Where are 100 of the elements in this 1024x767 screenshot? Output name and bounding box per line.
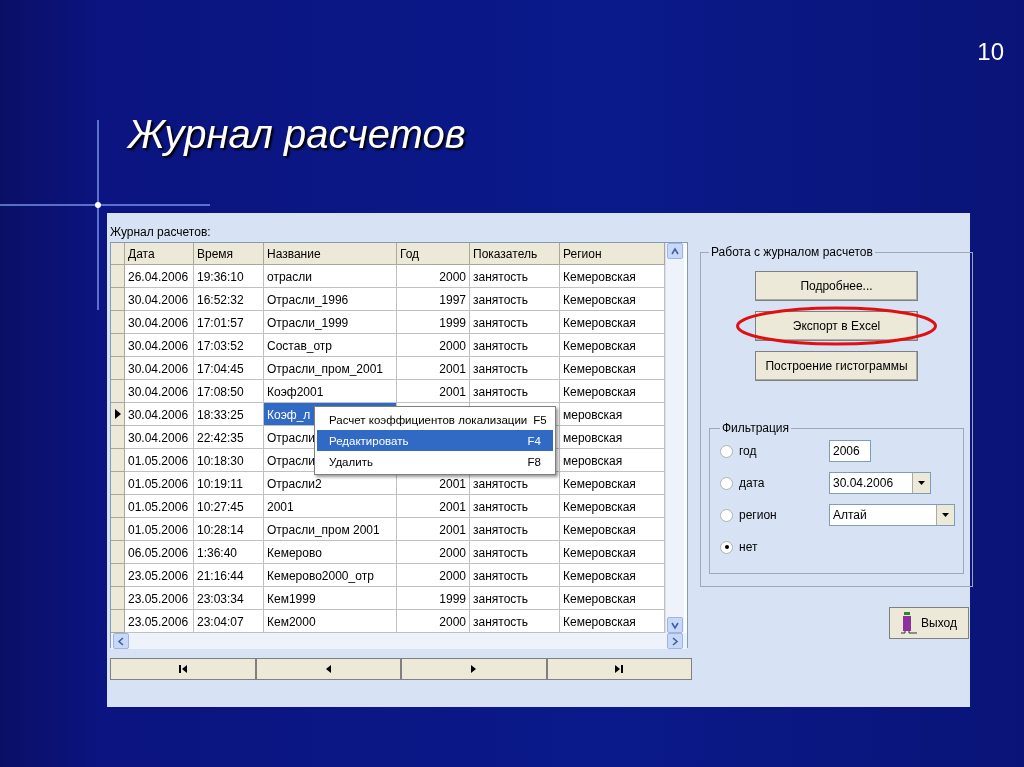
current-row-icon [114,409,121,419]
vertical-scrollbar[interactable] [665,243,684,633]
navigator-button[interactable] [255,658,401,680]
table-cell: занятость [470,288,560,311]
table-cell: 30.04.2006 [125,334,194,357]
dropdown[interactable]: Алтай [829,504,955,526]
row-indicator-header [111,243,125,265]
dropdown[interactable]: 30.04.2006 [829,472,931,494]
table-cell: 23.05.2006 [125,564,194,587]
shortcut-key: F8 [527,455,541,468]
table-cell: Кемерово2000_отр [264,564,397,587]
action-button[interactable]: Экспорт в Excel [755,311,918,341]
table-cell: занятость [470,357,560,380]
table-cell: Отрасли_пром_2001 [264,357,397,380]
shortcut-key: F5 [533,413,547,426]
group-title: Работа с журналом расчетов [710,245,874,259]
navigator-button[interactable] [401,658,547,680]
table-cell: 2000 [397,265,470,288]
action-button[interactable]: Подробнее... [755,271,918,301]
table-cell: занятость [470,311,560,334]
table-cell: занятость [470,587,560,610]
journal-label: Журнал расчетов: [110,225,211,239]
shortcut-key: F4 [527,434,541,447]
table-cell: 1997 [397,288,470,311]
column-header[interactable]: Дата [125,243,194,265]
table-cell: 01.05.2006 [125,449,194,472]
table-cell: 06.05.2006 [125,541,194,564]
last-record-icon [614,664,625,674]
column-header[interactable]: Показатель [470,243,560,265]
table-cell: 2001 [397,495,470,518]
table-cell: 30.04.2006 [125,357,194,380]
scroll-up-button[interactable] [667,243,683,259]
table-cell: 26.04.2006 [125,265,194,288]
radio-button[interactable] [720,508,733,522]
previous-record-icon [324,664,332,674]
table-cell: занятость [470,495,560,518]
radio-label: дата [739,476,766,490]
table-cell: Отрасли_1999 [264,311,397,334]
column-header[interactable]: Год [397,243,470,265]
radio-button[interactable] [720,540,733,554]
navigator-button[interactable] [546,658,692,680]
table-cell: 01.05.2006 [125,495,194,518]
menu-item[interactable]: Редактировать F4 [317,430,553,451]
column-header[interactable]: Регион [560,243,665,265]
slide-number: 10 [977,38,1004,66]
radio-button[interactable] [720,476,733,490]
horizontal-scrollbar[interactable] [111,633,687,649]
left-chevron-icon [117,636,125,646]
table-cell: 30.04.2006 [125,311,194,334]
right-chevron-icon [671,636,679,646]
next-record-icon [470,664,478,674]
slide-title: Журнал расчетов [128,112,466,157]
table-cell: занятость [470,334,560,357]
table-cell: 2001 [264,495,397,518]
table-cell: 23.05.2006 [125,587,194,610]
table-cell: 2000 [397,334,470,357]
table-cell: Кемерово [264,541,397,564]
table-cell: занятость [470,380,560,403]
table-cell: Отрасли_1996 [264,288,397,311]
table-cell: 2000 [397,564,470,587]
table-cell: Коэф2001 [264,380,397,403]
radio-label: нет [739,540,759,554]
exit-button[interactable]: Выход [889,607,969,639]
year-field[interactable]: 2006 [829,440,871,462]
menu-item-label: Удалить [329,455,373,468]
table-cell: 2001 [397,380,470,403]
table-cell: 01.05.2006 [125,472,194,495]
column-header[interactable]: Время [194,243,264,265]
table-cell: Состав_отр [264,334,397,357]
radio-label: год [739,444,758,458]
table-cell: 30.04.2006 [125,288,194,311]
dropdown-arrow-icon [942,513,949,517]
table-cell: 01.05.2006 [125,518,194,541]
table-cell: отрасли [264,265,397,288]
row-indicator[interactable] [111,403,125,426]
table-cell: 30.04.2006 [125,380,194,403]
table-cell: 1999 [397,311,470,334]
scroll-right-button[interactable] [667,633,683,649]
table-cell: 1999 [397,587,470,610]
action-button[interactable]: Построение гистограммы [755,351,918,381]
table-cell: занятость [470,265,560,288]
table-cell: занятость [470,564,560,587]
table-cell: занятость [470,518,560,541]
table-cell: Кем1999 [264,587,397,610]
dropdown-arrow-icon [918,481,925,485]
table-cell: 30.04.2006 [125,426,194,449]
first-record-icon [177,664,188,674]
door-icon [901,612,918,634]
table-cell: занятость [470,541,560,564]
column-header[interactable]: Название [264,243,397,265]
radio-label: регион [739,508,778,522]
table-cell: 2001 [397,357,470,380]
table-cell: Кем2000 [264,610,397,633]
table-cell: 2000 [397,541,470,564]
table-cell: 2001 [397,518,470,541]
scroll-down-button[interactable] [667,617,683,633]
radio-button[interactable] [720,444,733,458]
table-cell: Отрасли_пром 2001 [264,518,397,541]
navigator-button[interactable] [110,658,256,680]
scroll-left-button[interactable] [113,633,129,649]
